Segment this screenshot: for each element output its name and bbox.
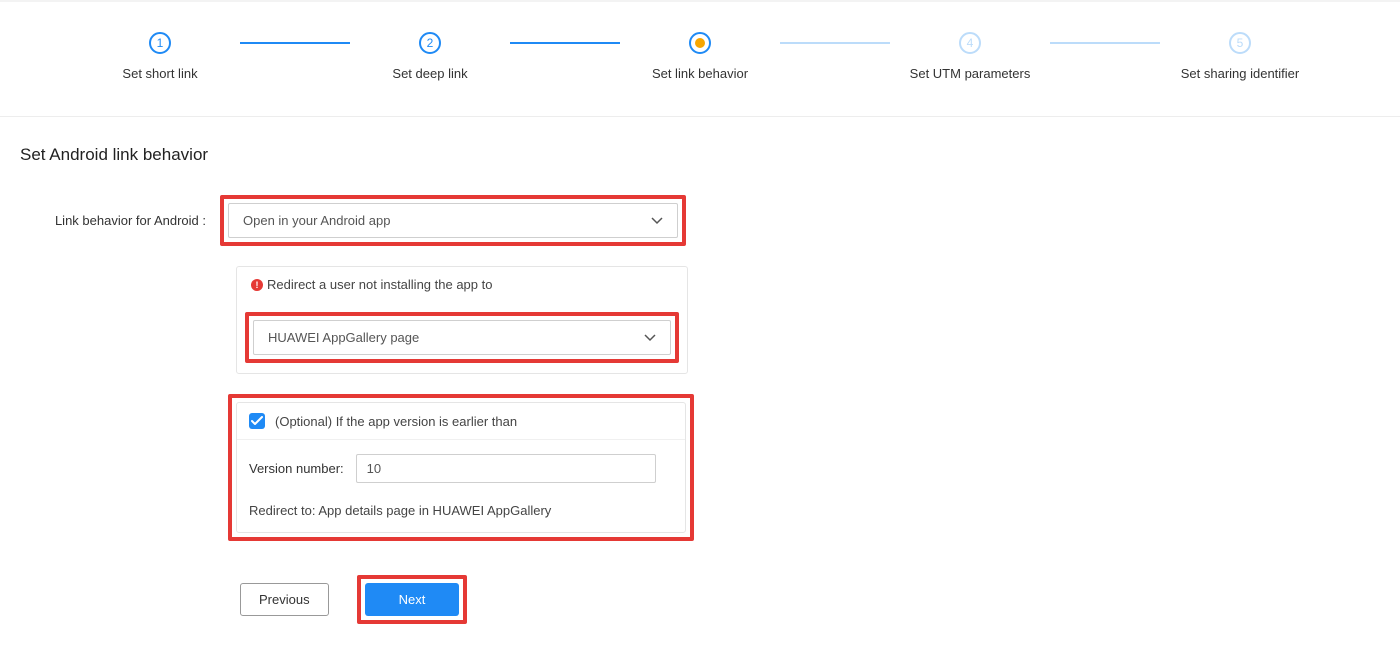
behavior-select[interactable]: Open in your Android app [228, 203, 678, 238]
step-5[interactable]: 5 Set sharing identifier [1160, 32, 1320, 81]
step-1-label: Set short link [122, 66, 197, 81]
redirect-select[interactable]: HUAWEI AppGallery page [253, 320, 671, 355]
version-number-input[interactable] [356, 454, 656, 483]
redirect-highlight: HUAWEI AppGallery page [245, 312, 679, 363]
content: Set Android link behavior Link behavior … [0, 117, 1400, 664]
redirect-select-value: HUAWEI AppGallery page [268, 330, 419, 345]
step-1[interactable]: 1 Set short link [80, 32, 240, 81]
redirect-panel: ! Redirect a user not installing the app… [236, 266, 688, 374]
behavior-label: Link behavior for Android : [20, 213, 220, 228]
step-3[interactable]: Set link behavior [620, 32, 780, 81]
previous-button[interactable]: Previous [240, 583, 329, 616]
chevron-down-icon [651, 217, 663, 225]
version-panel-highlight: (Optional) If the app version is earlier… [228, 394, 694, 541]
step-4[interactable]: 4 Set UTM parameters [890, 32, 1050, 81]
step-4-circle: 4 [959, 32, 981, 54]
version-checkbox-label: (Optional) If the app version is earlier… [275, 414, 517, 429]
step-5-label: Set sharing identifier [1181, 66, 1300, 81]
step-4-label: Set UTM parameters [910, 66, 1031, 81]
step-5-circle: 5 [1229, 32, 1251, 54]
step-3-circle [689, 32, 711, 54]
version-panel: (Optional) If the app version is earlier… [236, 402, 686, 533]
chevron-down-icon [644, 334, 656, 342]
behavior-highlight: Open in your Android app [220, 195, 686, 246]
button-row: Previous Next [20, 575, 1380, 624]
connector-2-3 [510, 42, 620, 44]
next-button[interactable]: Next [365, 583, 460, 616]
step-2-label: Set deep link [392, 66, 467, 81]
section-title: Set Android link behavior [20, 145, 1380, 165]
stepper: 1 Set short link 2 Set deep link Set lin… [0, 2, 1400, 116]
version-checkbox[interactable] [249, 413, 265, 429]
connector-4-5 [1050, 42, 1160, 44]
step-2-circle: 2 [419, 32, 441, 54]
redirect-heading: Redirect a user not installing the app t… [267, 277, 492, 292]
behavior-select-value: Open in your Android app [243, 213, 390, 228]
next-highlight: Next [357, 575, 468, 624]
connector-1-2 [240, 42, 350, 44]
connector-3-4 [780, 42, 890, 44]
step-1-circle: 1 [149, 32, 171, 54]
version-number-label: Version number: [249, 461, 344, 476]
version-panel-head: (Optional) If the app version is earlier… [237, 403, 685, 440]
behavior-row: Link behavior for Android : Open in your… [20, 195, 1380, 246]
step-3-label: Set link behavior [652, 66, 748, 81]
redirect-panel-header: ! Redirect a user not installing the app… [237, 267, 687, 302]
step-2[interactable]: 2 Set deep link [350, 32, 510, 81]
error-icon: ! [251, 279, 263, 291]
